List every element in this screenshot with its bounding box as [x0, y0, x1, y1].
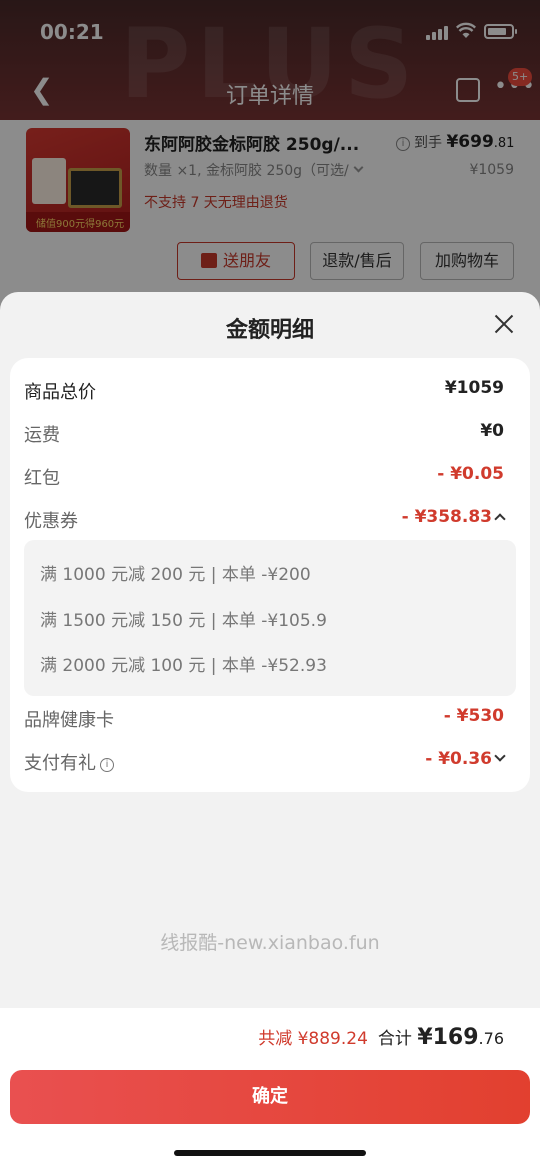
- total-amount-integer: ¥169: [417, 1025, 479, 1050]
- row-value-wrap: - ¥358.83: [401, 507, 506, 527]
- row-brand-health-card: 品牌健康卡 - ¥530: [24, 706, 504, 734]
- row-total-price: 商品总价 ¥1059: [24, 378, 504, 406]
- row-label: 优惠券: [24, 511, 78, 532]
- row-coupon[interactable]: 优惠券 - ¥358.83: [24, 507, 506, 535]
- sheet-footer: 共减 ¥889.24 合计 ¥169.76 确定: [0, 1008, 540, 1168]
- total-label: 合计: [377, 1029, 412, 1049]
- total-reduction: 共减 ¥889.24: [258, 1029, 368, 1049]
- sheet-title: 金额明细: [225, 318, 314, 343]
- row-red-packet: 红包 - ¥0.05: [24, 464, 504, 492]
- chevron-up-icon[interactable]: [494, 513, 506, 525]
- info-icon[interactable]: i: [100, 758, 114, 772]
- home-indicator[interactable]: [174, 1150, 366, 1156]
- row-value-wrap: - ¥0.36: [425, 749, 506, 769]
- site-watermark: 线报酷-new.xianbao.fun: [160, 932, 380, 954]
- list-item: 满 1500 元减 150 元 | 本单 -¥105.9: [40, 611, 327, 631]
- total-summary: 共减 ¥889.24 合计 ¥169.76: [258, 1024, 504, 1050]
- row-label: 品牌健康卡: [24, 710, 114, 731]
- row-value: - ¥530: [443, 706, 504, 726]
- list-item: 满 2000 元减 100 元 | 本单 -¥52.93: [40, 656, 327, 676]
- row-payment-gift[interactable]: 支付有礼 i - ¥0.36: [24, 749, 506, 777]
- row-label: 运费: [24, 425, 60, 446]
- list-item: 满 1000 元减 200 元 | 本单 -¥200: [40, 565, 311, 585]
- row-value: - ¥0.36: [425, 749, 492, 769]
- confirm-button[interactable]: 确定: [10, 1070, 530, 1124]
- row-label: 红包: [24, 468, 60, 489]
- row-label-wrap: 支付有礼 i: [24, 749, 114, 775]
- amount-breakdown-card: 商品总价 ¥1059 运费 ¥0 红包 - ¥0.05 优惠券 - ¥358.8…: [10, 358, 530, 792]
- row-value: - ¥358.83: [401, 507, 492, 527]
- row-label: 支付有礼: [24, 753, 96, 774]
- row-label: 商品总价: [24, 382, 96, 403]
- coupon-list: 满 1000 元减 200 元 | 本单 -¥200 满 1500 元减 150…: [24, 540, 516, 696]
- close-icon[interactable]: [494, 314, 514, 334]
- total-amount-decimal: .76: [478, 1029, 504, 1048]
- row-value: - ¥0.05: [437, 464, 504, 484]
- row-value: ¥0: [480, 421, 504, 441]
- chevron-down-icon[interactable]: [494, 750, 506, 762]
- row-value: ¥1059: [444, 378, 504, 398]
- row-shipping: 运费 ¥0: [24, 421, 504, 449]
